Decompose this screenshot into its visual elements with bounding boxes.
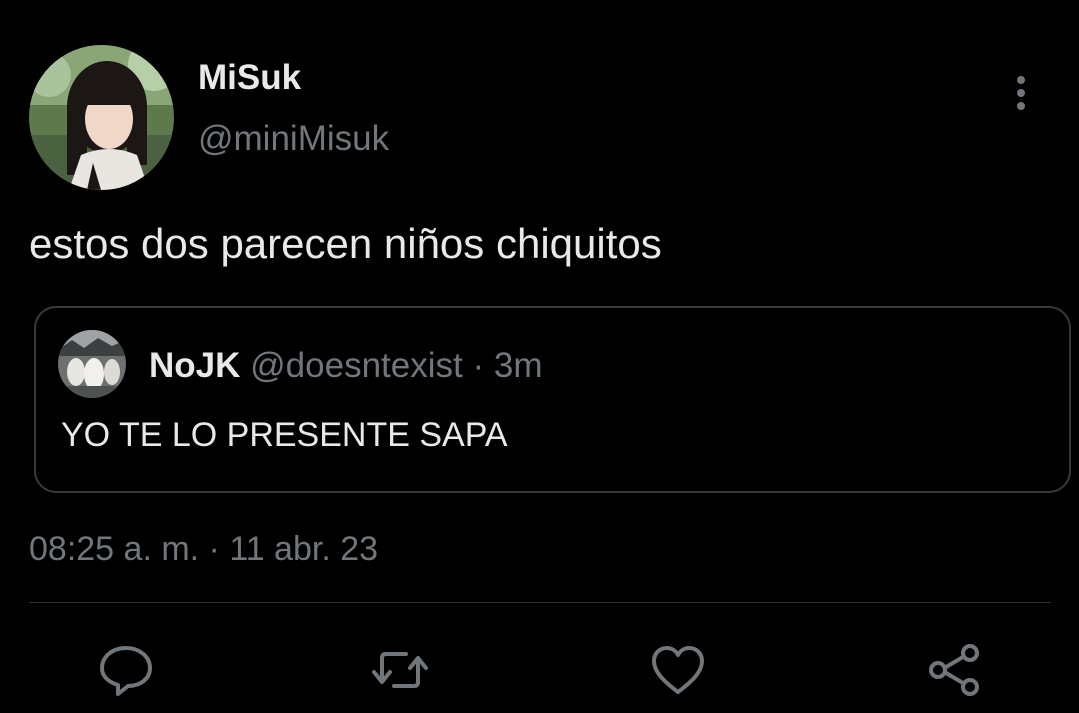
quoted-separator: ·	[472, 346, 485, 385]
share-button[interactable]	[924, 640, 984, 700]
author-handle[interactable]: @miniMisuk	[198, 119, 389, 159]
quoted-author-handle[interactable]: @doesntexist	[250, 346, 463, 385]
tweet-timestamp[interactable]: 08:25 a. m. · 11 abr. 23	[29, 530, 378, 569]
quoted-tweet-card[interactable]: NoJK @doesntexist · 3m YO TE LO PRESENTE…	[34, 306, 1071, 493]
more-options-button[interactable]	[1000, 72, 1042, 114]
divider	[29, 602, 1051, 603]
retweet-icon	[372, 652, 428, 688]
more-vertical-icon	[1017, 76, 1025, 110]
tweet-text: estos dos parecen niños chiquitos	[29, 220, 662, 267]
avatar-image	[29, 45, 174, 190]
quoted-avatar-image	[58, 330, 126, 398]
author-avatar[interactable]	[29, 45, 174, 190]
author-name[interactable]: MiSuk	[198, 58, 301, 98]
heart-icon	[652, 646, 704, 694]
reply-button[interactable]	[96, 640, 156, 700]
quoted-tweet-header: NoJK @doesntexist · 3m	[149, 346, 542, 386]
share-icon	[929, 644, 979, 696]
quoted-author-avatar[interactable]	[58, 330, 126, 398]
retweet-button[interactable]	[370, 640, 430, 700]
like-button[interactable]	[648, 640, 708, 700]
reply-icon	[100, 646, 152, 696]
quoted-author-name[interactable]: NoJK	[149, 346, 240, 385]
quoted-tweet-text: YO TE LO PRESENTE SAPA	[61, 416, 508, 454]
quoted-time[interactable]: 3m	[494, 346, 543, 385]
